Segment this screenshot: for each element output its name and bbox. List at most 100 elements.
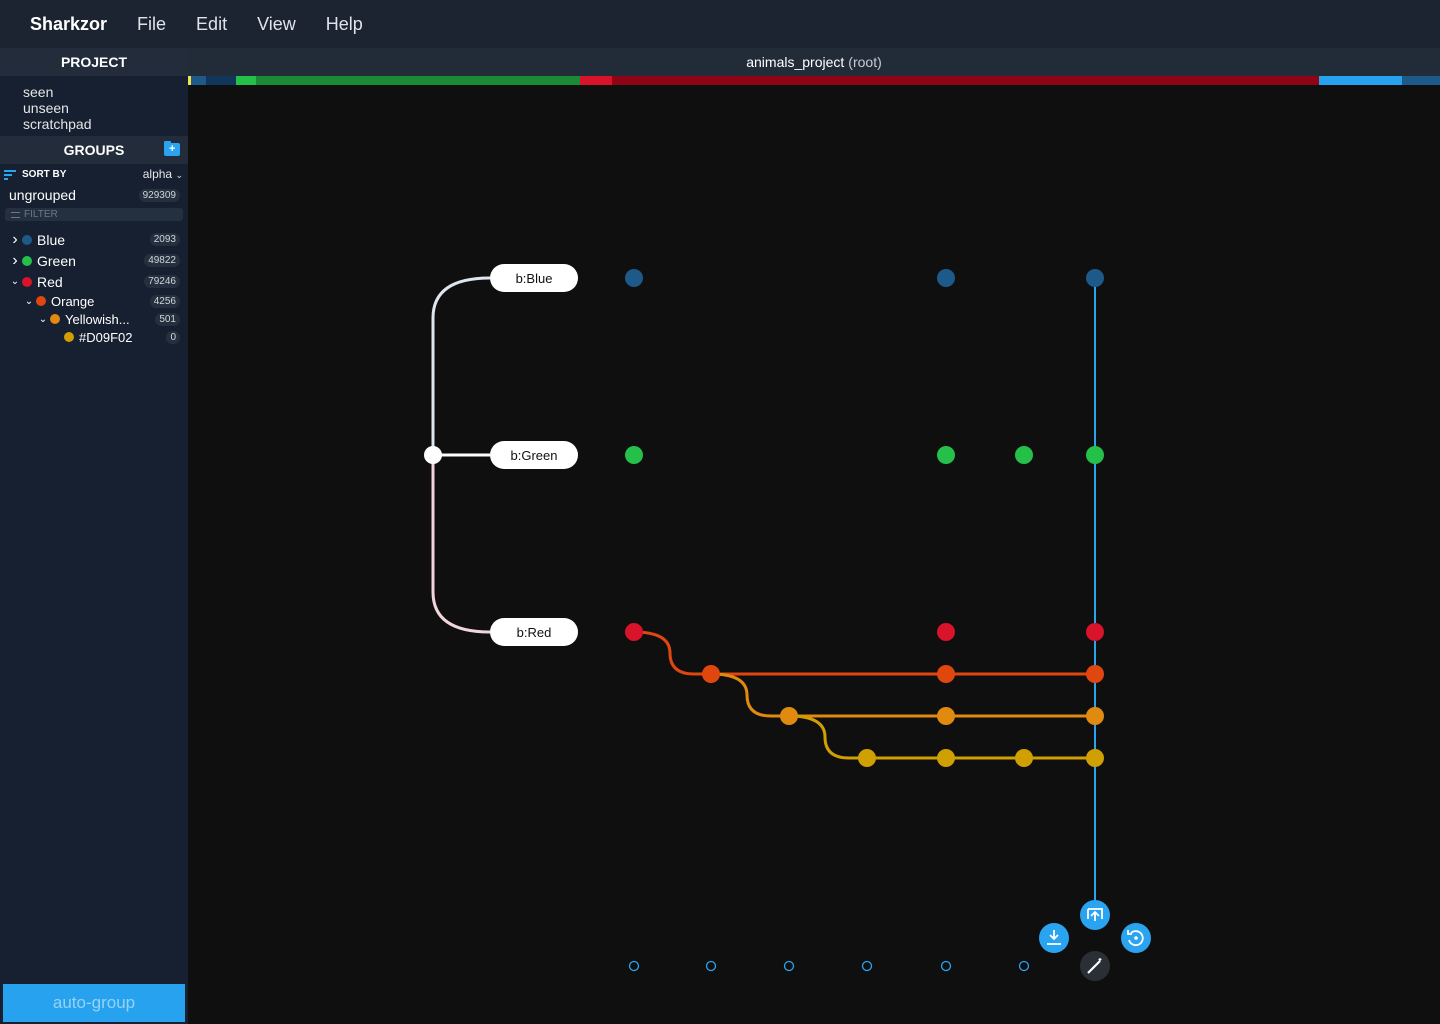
timeline-marker[interactable] xyxy=(783,960,795,972)
group-count: 4256 xyxy=(149,294,180,308)
reset-icon-dot xyxy=(1134,936,1138,940)
timeline-marker[interactable] xyxy=(628,960,640,972)
commit-node[interactable] xyxy=(937,623,955,641)
commit-node[interactable] xyxy=(625,623,643,641)
commit-node[interactable] xyxy=(1086,749,1104,767)
ungrouped-count: 929309 xyxy=(138,188,180,202)
commit-node[interactable] xyxy=(780,707,798,725)
commit-node[interactable] xyxy=(625,269,643,287)
color-bar-segment xyxy=(612,76,1319,85)
chevron-down-icon[interactable]: ⌄ xyxy=(22,296,36,307)
filter-placeholder: FILTER xyxy=(24,209,58,220)
group-label: Orange xyxy=(51,293,95,309)
commit-node[interactable] xyxy=(1086,623,1104,641)
commit-node[interactable] xyxy=(1086,707,1104,725)
app-logo: Sharkzor xyxy=(30,13,108,34)
sidebar: PROJECT seen unseen scratchpad GROUPS + … xyxy=(0,48,188,1024)
commit-node[interactable] xyxy=(1086,665,1104,683)
group-item-red[interactable]: ⌄ Red 79246 xyxy=(0,271,188,292)
menu-edit[interactable]: Edit xyxy=(196,14,227,35)
commit-node[interactable] xyxy=(937,269,955,287)
menu-help[interactable]: Help xyxy=(326,14,363,35)
branch-graph-canvas: b:Blue b:Green b:Red xyxy=(424,264,1151,981)
filter-icon xyxy=(11,211,20,218)
color-bar-segment xyxy=(235,76,256,85)
groups-header-label: GROUPS xyxy=(63,142,125,158)
commit-node[interactable] xyxy=(702,665,720,683)
filter-input[interactable]: FILTER xyxy=(5,208,183,221)
commit-node[interactable] xyxy=(1086,269,1104,287)
group-item-orange[interactable]: ⌄ Orange 4256 xyxy=(0,292,188,310)
project-item-seen[interactable]: seen xyxy=(23,84,188,100)
color-bar-segment xyxy=(1402,76,1440,85)
group-count: 49822 xyxy=(144,254,180,267)
commit-node[interactable] xyxy=(1015,749,1033,767)
project-item-scratchpad[interactable]: scratchpad xyxy=(23,116,188,132)
group-list: › Blue 2093 › Green 49822 ⌄ Red 79246 ⌄ Orange 4256… xyxy=(0,229,188,346)
group-color-dot xyxy=(50,314,60,324)
chevron-down-icon[interactable]: ⌄ xyxy=(8,276,22,287)
group-label: Green xyxy=(37,252,76,269)
group-item-d09f02[interactable]: #D09F02 0 xyxy=(0,328,188,346)
commit-node[interactable] xyxy=(625,446,643,464)
tree-link-red xyxy=(431,455,491,634)
timeline-marker[interactable] xyxy=(1018,960,1030,972)
branch-label-text: b:Green xyxy=(511,448,558,463)
commit-node[interactable] xyxy=(937,665,955,683)
tree-link-blue xyxy=(431,276,491,455)
chevron-down-icon: ⌄ xyxy=(175,170,183,180)
timeline-marker[interactable] xyxy=(940,960,952,972)
chevron-right-icon[interactable]: › xyxy=(8,231,22,249)
group-label: Blue xyxy=(37,231,66,248)
new-group-folder-icon[interactable]: + xyxy=(164,141,180,156)
commit-node[interactable] xyxy=(937,446,955,464)
commit-node[interactable] xyxy=(858,749,876,767)
menu-file[interactable]: File xyxy=(137,14,166,35)
group-count: 0 xyxy=(166,330,180,344)
branch-label-text: b:Red xyxy=(517,625,552,640)
auto-group-button[interactable]: auto-group xyxy=(3,984,185,1022)
color-bar-segment xyxy=(190,76,206,85)
color-bar-segment xyxy=(1318,76,1403,85)
color-bar-segment xyxy=(579,76,613,85)
project-title-bar: animals_project (root) xyxy=(188,48,1440,76)
group-item-green[interactable]: › Green 49822 xyxy=(0,250,188,271)
menu-bar: Sharkzor File Edit View Help xyxy=(0,0,1440,48)
color-bar-segment xyxy=(205,76,236,85)
group-count: 501 xyxy=(155,312,180,326)
group-label: Yellowish... xyxy=(65,311,130,327)
sort-select[interactable]: alpha ⌄ xyxy=(143,167,183,181)
commit-node[interactable] xyxy=(937,749,955,767)
commit-node[interactable] xyxy=(1015,446,1033,464)
group-label: #D09F02 xyxy=(79,329,133,345)
project-section-header: PROJECT xyxy=(0,48,188,76)
group-item-blue[interactable]: › Blue 2093 xyxy=(0,229,188,250)
group-color-bar xyxy=(188,76,1440,85)
root-node[interactable] xyxy=(424,446,442,464)
project-name: animals_project xyxy=(746,54,845,70)
chevron-down-icon[interactable]: ⌄ xyxy=(36,314,50,325)
group-count: 2093 xyxy=(149,233,180,246)
sort-icon xyxy=(4,169,16,180)
menu-view[interactable]: View xyxy=(257,14,296,35)
group-color-dot xyxy=(36,296,46,306)
sub-branch-line xyxy=(710,672,1095,718)
commit-node[interactable] xyxy=(937,707,955,725)
group-color-dot xyxy=(64,332,74,342)
branch-label-text: b:Blue xyxy=(516,271,553,286)
group-item-yellowish[interactable]: ⌄ Yellowish... 501 xyxy=(0,310,188,328)
ungrouped-item[interactable]: ungrouped 929309 xyxy=(0,184,188,206)
ungrouped-label: ungrouped xyxy=(9,187,76,203)
sub-branch-line xyxy=(633,630,1095,676)
project-item-unseen[interactable]: unseen xyxy=(23,100,188,116)
group-color-dot xyxy=(22,276,32,287)
group-label: Red xyxy=(37,273,63,290)
group-count: 79246 xyxy=(144,275,180,288)
timeline-marker[interactable] xyxy=(861,960,873,972)
timeline-marker[interactable] xyxy=(705,960,717,972)
project-header-label: PROJECT xyxy=(60,54,128,70)
chevron-right-icon[interactable]: › xyxy=(8,252,22,270)
sort-value: alpha xyxy=(142,167,173,181)
color-bar-segment xyxy=(255,76,580,85)
commit-node[interactable] xyxy=(1086,446,1104,464)
